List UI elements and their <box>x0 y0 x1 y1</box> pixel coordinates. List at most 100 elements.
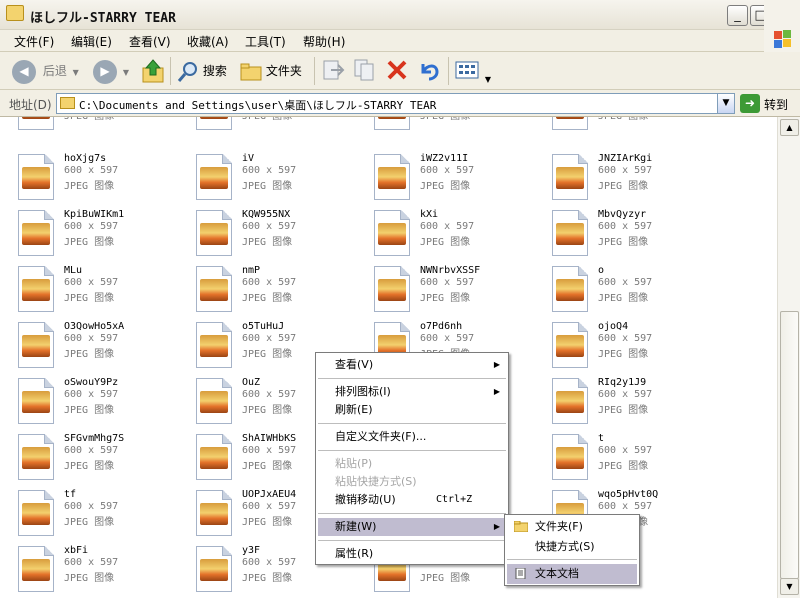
file-item[interactable]: nmP 600 x 597 JPEG 图像 <box>196 265 366 317</box>
file-dimensions: 600 x 597 <box>242 333 297 344</box>
jpeg-thumbnail-icon <box>18 378 54 424</box>
menu-item-refresh[interactable]: 刷新(E) <box>318 401 506 419</box>
file-name: ShAIWHbKS <box>242 433 297 444</box>
folders-button[interactable]: 文件夹 <box>240 58 302 84</box>
go-button[interactable]: ➜ 转到 <box>740 94 798 114</box>
menu-item-label: 查看(V) <box>335 358 374 371</box>
file-item[interactable]: xbFi 600 x 597 JPEG 图像 <box>18 545 188 597</box>
menu-view[interactable]: 查看(V) <box>129 33 171 50</box>
file-item[interactable]: KQW955NX 600 x 597 JPEG 图像 <box>196 209 366 261</box>
address-dropdown-button[interactable]: ▼ <box>717 94 734 113</box>
file-item[interactable]: o 600 x 597 JPEG 图像 <box>552 265 722 317</box>
forward-arrow-icon: ▶ <box>93 59 117 84</box>
menu-file[interactable]: 文件(F) <box>14 33 54 50</box>
file-item[interactable]: JNZIArKgi 600 x 597 JPEG 图像 <box>552 153 722 205</box>
file-name: MbvQyzyr <box>598 209 647 220</box>
go-arrow-icon: ➜ <box>740 94 760 113</box>
file-type: JPEG 图像 <box>598 181 649 192</box>
jpeg-thumbnail-icon <box>552 266 588 312</box>
scroll-thumb[interactable] <box>780 311 799 579</box>
vertical-scrollbar[interactable]: ▲ ▼ <box>777 117 800 598</box>
scroll-up-button[interactable]: ▲ <box>780 119 799 136</box>
jpeg-thumbnail-icon <box>18 490 54 536</box>
file-item[interactable]: RIq2y1J9 600 x 597 JPEG 图像 <box>552 377 722 429</box>
file-item[interactable]: ojoQ4 600 x 597 JPEG 图像 <box>552 321 722 373</box>
scroll-down-button[interactable]: ▼ <box>780 578 799 595</box>
file-type: JPEG 图像 <box>64 237 115 248</box>
jpeg-thumbnail-icon <box>18 434 54 480</box>
move-to-button[interactable] <box>321 58 345 84</box>
file-name: JNZIArKgi <box>598 153 653 164</box>
search-button[interactable]: 搜索 <box>177 58 227 84</box>
file-item[interactable]: JPEG 图像 <box>196 117 366 135</box>
file-type: JPEG 图像 <box>420 237 471 248</box>
file-name: o <box>598 265 605 276</box>
file-type: JPEG 图像 <box>64 517 115 528</box>
forward-button[interactable]: ▶ ▼ <box>93 58 129 84</box>
file-dimensions: 600 x 597 <box>420 221 475 232</box>
file-type: JPEG 图像 <box>598 349 649 360</box>
menu-help[interactable]: 帮助(H) <box>303 33 345 50</box>
delete-button[interactable] <box>385 58 409 84</box>
menu-item-arrange-icons[interactable]: 排列图标(I) ▶ <box>318 383 506 401</box>
new-submenu: 文件夹(F) 快捷方式(S) 文本文档 <box>504 514 640 586</box>
file-item[interactable]: tf 600 x 597 JPEG 图像 <box>18 489 188 541</box>
file-item[interactable]: KpiBuWIKm1 600 x 597 JPEG 图像 <box>18 209 188 261</box>
file-name: y3F <box>242 545 261 556</box>
menu-item-customize-folder[interactable]: 自定义文件夹(F)... <box>318 428 506 446</box>
file-item[interactable]: JPEG 图像 <box>374 117 544 135</box>
file-type: JPEG 图像 <box>242 181 293 192</box>
menu-item-undo-move[interactable]: 撤销移动(U) Ctrl+Z <box>318 491 506 509</box>
file-item[interactable]: iWZ2v11I 600 x 597 JPEG 图像 <box>374 153 544 205</box>
title-bar[interactable]: ほしフル-STARRY TEAR _ □ × <box>0 0 800 30</box>
file-item[interactable]: iV 600 x 597 JPEG 图像 <box>196 153 366 205</box>
file-name: iWZ2v11I <box>420 153 469 164</box>
file-name: SFGvmMhg7S <box>64 433 125 444</box>
views-button[interactable]: ▼ <box>455 58 491 84</box>
file-type: JPEG 图像 <box>598 293 649 304</box>
menu-favorites[interactable]: 收藏(A) <box>187 33 229 50</box>
file-item[interactable]: NWNrbvXSSF 600 x 597 JPEG 图像 <box>374 265 544 317</box>
submenu-item-text-document[interactable]: 文本文档 <box>507 564 637 584</box>
file-name: UOPJxAEU4 <box>242 489 297 500</box>
file-type: JPEG 图像 <box>64 181 115 192</box>
address-input[interactable]: C:\Documents and Settings\user\桌面\ほしフル-S… <box>56 93 735 114</box>
submenu-item-folder[interactable]: 文件夹(F) <box>507 517 637 537</box>
submenu-item-shortcut[interactable]: 快捷方式(S) <box>507 537 637 557</box>
copy-to-button[interactable] <box>353 58 377 84</box>
menu-tools[interactable]: 工具(T) <box>245 33 286 50</box>
file-item[interactable]: MLu 600 x 597 JPEG 图像 <box>18 265 188 317</box>
file-name: OuZ <box>242 377 261 388</box>
move-to-icon <box>323 60 345 80</box>
address-path[interactable]: C:\Documents and Settings\user\桌面\ほしフル-S… <box>79 97 436 113</box>
menu-separator <box>318 450 506 451</box>
file-item[interactable]: JPEG 图像 <box>552 117 722 135</box>
file-item[interactable]: O3QowHo5xA 600 x 597 JPEG 图像 <box>18 321 188 373</box>
folder-icon <box>514 521 528 532</box>
file-item[interactable]: hoXjg7s 600 x 597 JPEG 图像 <box>18 153 188 205</box>
back-button[interactable]: ◀ 后退 ▼ <box>12 58 79 84</box>
jpeg-thumbnail-icon <box>196 434 232 480</box>
up-folder-button[interactable] <box>141 58 165 84</box>
file-item[interactable]: oSwouY9Pz 600 x 597 JPEG 图像 <box>18 377 188 429</box>
minimize-button[interactable]: _ <box>727 5 748 26</box>
file-name: oSwouY9Pz <box>64 377 119 388</box>
jpeg-thumbnail-icon <box>552 434 588 480</box>
file-type: JPEG 图像 <box>420 293 471 304</box>
menu-item-view[interactable]: 查看(V) ▶ <box>318 356 506 374</box>
file-dimensions: 600 x 597 <box>242 389 297 400</box>
file-type: JPEG 图像 <box>64 461 115 472</box>
file-item[interactable]: MbvQyzyr 600 x 597 JPEG 图像 <box>552 209 722 261</box>
menu-item-new[interactable]: 新建(W) ▶ <box>318 518 506 536</box>
file-item[interactable]: JPEG 图像 <box>18 117 188 135</box>
file-name: hoXjg7s <box>64 153 107 164</box>
menu-item-label: 排列图标(I) <box>335 385 391 398</box>
file-item[interactable]: kXi 600 x 597 JPEG 图像 <box>374 209 544 261</box>
file-item[interactable]: SFGvmMhg7S 600 x 597 JPEG 图像 <box>18 433 188 485</box>
undo-button[interactable] <box>417 58 441 84</box>
file-item[interactable]: t 600 x 597 JPEG 图像 <box>552 433 722 485</box>
jpeg-thumbnail-icon <box>18 266 54 312</box>
menu-edit[interactable]: 编辑(E) <box>71 33 112 50</box>
menu-item-label: 新建(W) <box>335 520 377 533</box>
menu-item-properties[interactable]: 属性(R) <box>318 545 506 563</box>
